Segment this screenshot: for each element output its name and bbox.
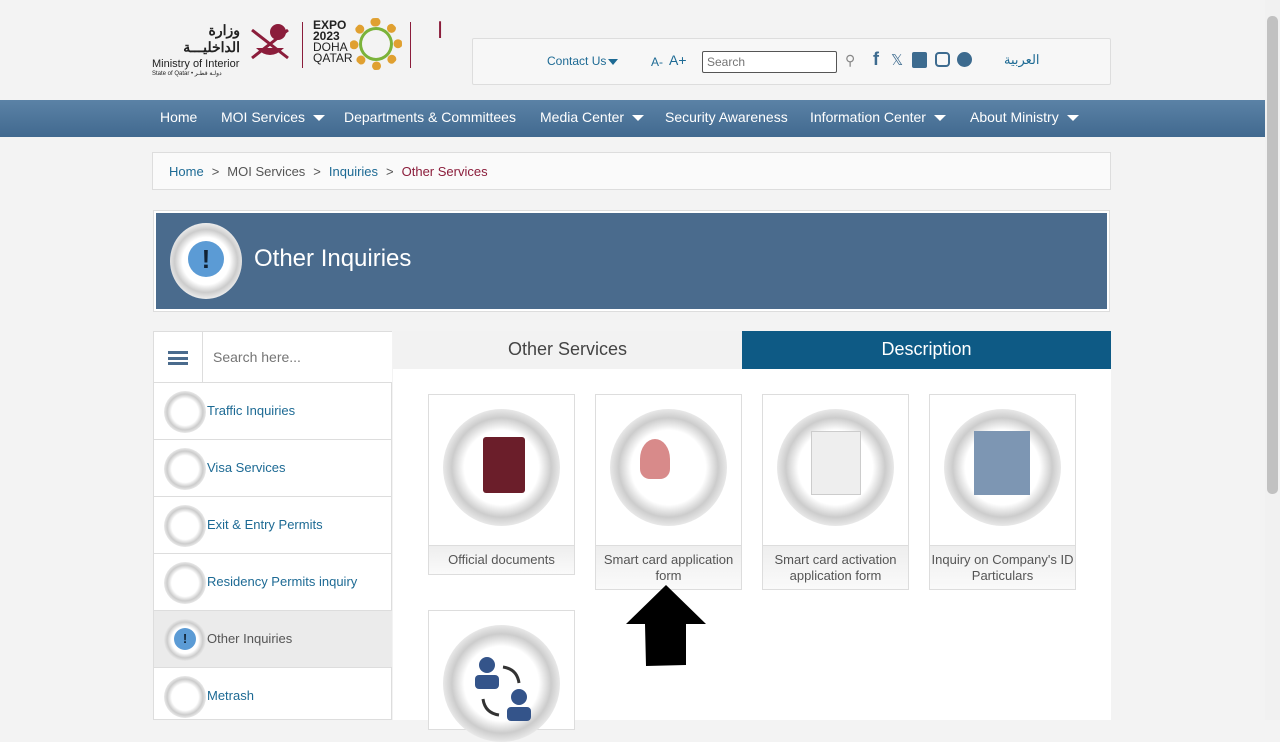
youtube-icon[interactable] bbox=[912, 52, 927, 68]
nav-moi-services[interactable]: MOI Services bbox=[221, 100, 326, 137]
service-card-smart-card-application[interactable]: Smart card application form bbox=[595, 394, 742, 590]
sidebar-item-exit-entry-permits[interactable]: Exit & Entry Permits bbox=[154, 496, 392, 553]
caret-down-icon bbox=[933, 115, 946, 122]
breadcrumb-home[interactable]: Home bbox=[169, 164, 204, 179]
nav-departments[interactable]: Departments & Committees bbox=[344, 100, 516, 137]
breadcrumb: Home > MOI Services > Inquiries > Other Servic… bbox=[152, 152, 1111, 190]
search-icon[interactable]: ⚲ bbox=[845, 52, 855, 69]
breadcrumb-inquiries[interactable]: Inquiries bbox=[329, 164, 378, 179]
smart-card-person-icon bbox=[610, 409, 727, 526]
sidebar-item-metrash[interactable]: Metrash bbox=[154, 667, 392, 724]
font-decrease-button[interactable]: A- bbox=[651, 55, 663, 69]
nav-media-center[interactable]: Media Center bbox=[540, 100, 645, 137]
caret-down-icon bbox=[1066, 115, 1079, 122]
divider bbox=[410, 22, 411, 68]
expo-flower-icon bbox=[350, 18, 402, 70]
service-card-company-id-inquiry[interactable]: Inquiry on Company's ID Particulars bbox=[929, 394, 1076, 590]
documents-icon bbox=[777, 409, 894, 526]
service-card-official-documents[interactable]: Official documents bbox=[428, 394, 575, 575]
caret-down-icon bbox=[608, 59, 619, 65]
menu-toggle-button[interactable] bbox=[154, 332, 203, 382]
sidebar-search-input[interactable] bbox=[204, 332, 392, 382]
tab-other-services[interactable]: Other Services bbox=[393, 331, 742, 369]
search-input[interactable] bbox=[702, 51, 837, 73]
breadcrumb-moi-services: MOI Services bbox=[227, 164, 306, 179]
building-certificate-icon bbox=[944, 409, 1061, 526]
nav-security-awareness[interactable]: Security Awareness bbox=[665, 100, 788, 137]
logo-arabic: وزارة الداخليـــة bbox=[183, 22, 240, 55]
user-transfer-icon bbox=[443, 625, 560, 742]
main-nav: Home MOI Services Departments & Committe… bbox=[0, 100, 1265, 137]
qatar-emblem-icon bbox=[244, 18, 296, 70]
breadcrumb-current: Other Services bbox=[401, 164, 488, 179]
sidebar-item-visa-services[interactable]: Visa Services bbox=[154, 439, 392, 496]
nav-home[interactable]: Home bbox=[160, 100, 197, 137]
visa-icon bbox=[164, 448, 206, 490]
metrash-icon bbox=[164, 676, 206, 718]
contact-us-dropdown[interactable]: Contact Us bbox=[547, 54, 619, 68]
page-banner: ! Other Inquiries bbox=[153, 210, 1110, 312]
instagram-icon[interactable] bbox=[935, 52, 950, 67]
logo-subtitle: State of Qatar • دولـة قطـر bbox=[152, 71, 222, 77]
exclamation-icon: ! bbox=[164, 619, 206, 661]
sidebar-item-residency-permits[interactable]: Residency Permits inquiry bbox=[154, 553, 392, 610]
sidebar: Traffic Inquiries Visa Services Exit & E… bbox=[153, 331, 392, 720]
x-twitter-icon[interactable]: 𝕏 bbox=[891, 51, 903, 69]
expo-logo: EXPO 2023 DOHA QATAR bbox=[313, 18, 353, 65]
passport-icon bbox=[443, 409, 560, 526]
other-inquiries-icon: ! bbox=[170, 223, 242, 299]
caret-down-icon bbox=[313, 115, 326, 122]
divider bbox=[302, 22, 303, 68]
arabic-language-link[interactable]: العربية bbox=[1004, 52, 1040, 68]
magnifier-map-icon bbox=[164, 562, 206, 604]
pointer-arrow-icon bbox=[626, 585, 706, 666]
nav-information-center[interactable]: Information Center bbox=[810, 100, 946, 137]
service-card-transfer[interactable] bbox=[428, 610, 575, 742]
page-title: Other Inquiries bbox=[254, 245, 412, 272]
airplane-icon bbox=[164, 505, 206, 547]
traffic-light-icon bbox=[164, 391, 206, 433]
logo-english: Ministry of Interior bbox=[152, 58, 240, 70]
font-increase-button[interactable]: A+ bbox=[669, 52, 687, 68]
snapchat-icon[interactable] bbox=[957, 52, 972, 67]
tab-description[interactable]: Description bbox=[742, 331, 1111, 369]
scrollbar-thumb[interactable] bbox=[1267, 16, 1278, 494]
facebook-icon[interactable]: f bbox=[873, 49, 879, 70]
national-day-logo: ا bbox=[436, 18, 444, 43]
sidebar-item-other-inquiries[interactable]: ! Other Inquiries bbox=[154, 610, 392, 667]
nav-about-ministry[interactable]: About Ministry bbox=[970, 100, 1079, 137]
moi-logo[interactable]: وزارة الداخليـــة Ministry of Interior S… bbox=[152, 22, 242, 77]
sidebar-item-traffic-inquiries[interactable]: Traffic Inquiries bbox=[154, 382, 392, 439]
hamburger-icon bbox=[168, 351, 188, 365]
service-card-smart-card-activation[interactable]: Smart card activation application form bbox=[762, 394, 909, 590]
caret-down-icon bbox=[632, 115, 645, 122]
